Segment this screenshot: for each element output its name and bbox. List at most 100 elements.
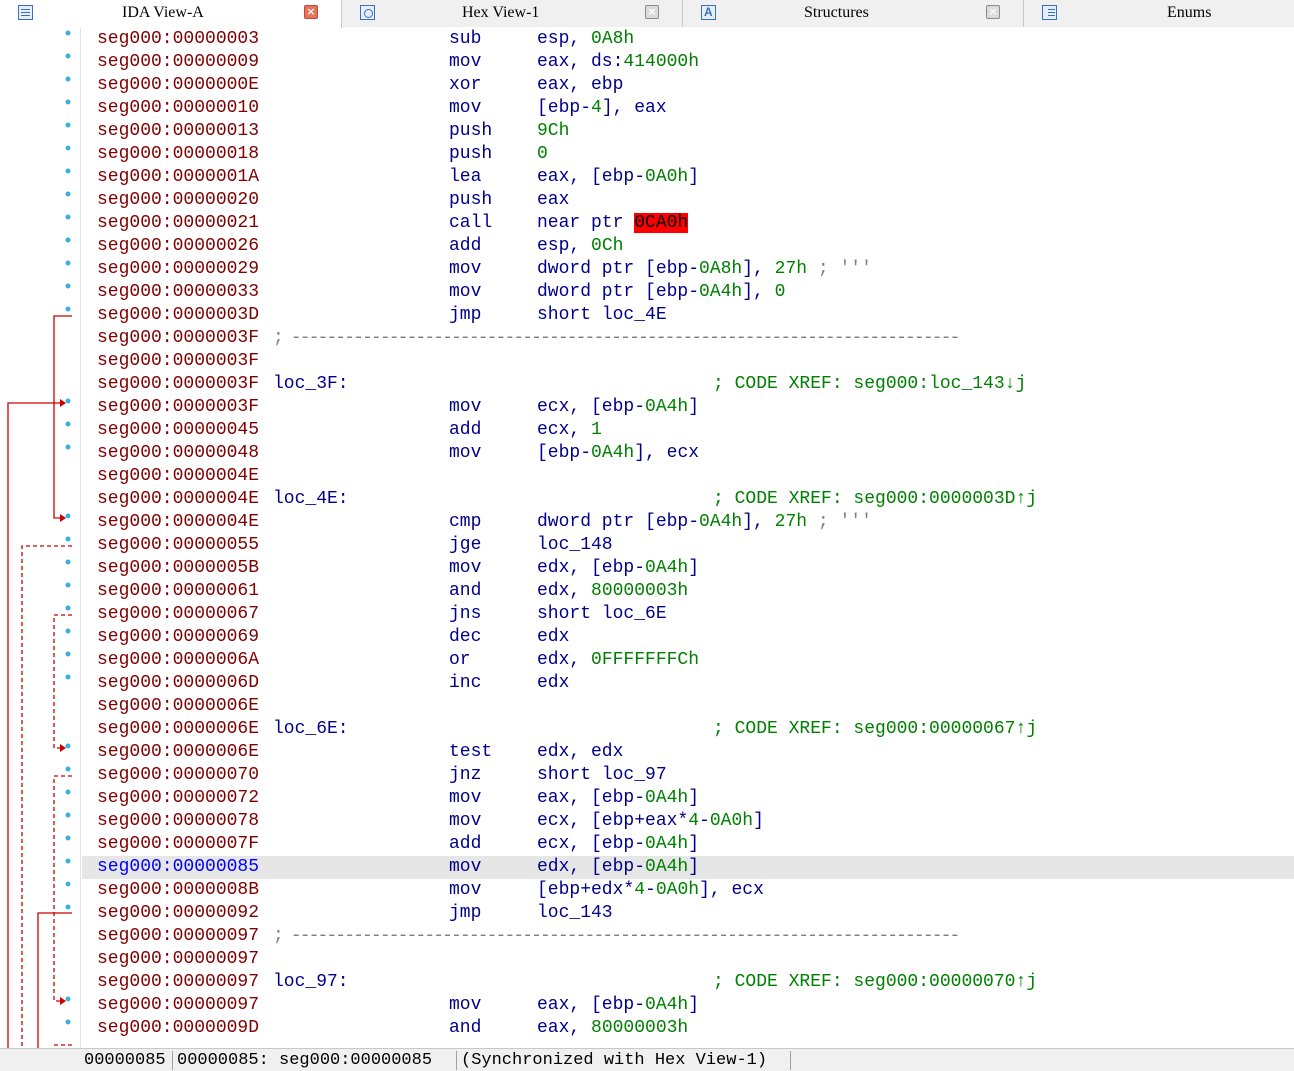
address[interactable]: seg000:00000045 [97, 419, 259, 442]
breakpoint-dot[interactable] [65, 76, 71, 82]
listing-row[interactable]: seg000:0000004E cmp dword ptr [ebp-0A4h], … [82, 511, 1294, 534]
operands[interactable]: ecx, [ebp-0A4h] [537, 396, 699, 419]
operand-number[interactable]: 0A4h [699, 512, 742, 532]
breakpoint-dot[interactable] [65, 513, 71, 519]
address[interactable]: seg000:00000018 [97, 143, 259, 166]
address[interactable]: seg000:0000003F [97, 396, 259, 419]
operand-number[interactable]: 0A8h [591, 29, 634, 49]
operand-text[interactable]: ], eax [602, 98, 667, 118]
address[interactable]: seg000:0000004E [97, 511, 259, 534]
mnemonic[interactable]: and [449, 1017, 481, 1040]
breakpoint-dot[interactable] [65, 260, 71, 266]
listing-row[interactable]: seg000:00000055 jge loc_148 [82, 534, 1294, 557]
breakpoint-dot[interactable] [65, 99, 71, 105]
breakpoint-dot[interactable] [65, 53, 71, 59]
address[interactable]: seg000:00000026 [97, 235, 259, 258]
address[interactable]: seg000:0000004E [97, 488, 259, 511]
operand-text[interactable]: ] [688, 995, 699, 1015]
listing-row[interactable]: seg000:00000061 and edx, 80000003h [82, 580, 1294, 603]
breakpoint-dot[interactable] [65, 1019, 71, 1025]
operands[interactable]: short loc_4E [537, 304, 667, 327]
operand-number[interactable]: 0A4h [645, 834, 688, 854]
operand-number[interactable]: 80000003h [591, 581, 688, 601]
address[interactable]: seg000:0000006A [97, 649, 259, 672]
close-icon[interactable]: × [986, 5, 1000, 19]
listing-row[interactable]: seg000:0000003F mov ecx, [ebp-0A4h] [82, 396, 1294, 419]
listing-row[interactable]: seg000:0000007F add ecx, [ebp-0A4h] [82, 833, 1294, 856]
operands[interactable]: eax, [ebp-0A4h] [537, 994, 699, 1017]
address[interactable]: seg000:0000006D [97, 672, 259, 695]
mnemonic[interactable]: inc [449, 672, 481, 695]
operands[interactable]: near ptr 0CA0h [537, 212, 689, 235]
address[interactable]: seg000:0000003F [97, 350, 259, 373]
listing-row[interactable]: seg000:0000006A or edx, 0FFFFFFFCh [82, 649, 1294, 672]
operand-text[interactable]: ] [688, 397, 699, 417]
operand-number[interactable]: 4 [591, 98, 602, 118]
operand-text[interactable]: eax, ds: [537, 52, 623, 72]
operand-text[interactable]: eax, [ebp- [537, 788, 645, 808]
address[interactable]: seg000:00000085 [97, 856, 259, 879]
listing-row[interactable]: seg000:00000026 add esp, 0Ch [82, 235, 1294, 258]
breakpoint-dot[interactable] [65, 605, 71, 611]
mnemonic[interactable]: mov [449, 258, 481, 281]
operands[interactable]: esp, 0A8h [537, 28, 634, 51]
listing-row[interactable]: seg000:0000003F [82, 350, 1294, 373]
disassembly-listing[interactable]: seg000:00000003 sub esp, 0A8h seg000:000000… [82, 28, 1294, 1048]
breakpoint-dot[interactable] [65, 904, 71, 910]
operand-text[interactable]: edx, [537, 650, 591, 670]
address[interactable]: seg000:00000097 [97, 925, 259, 948]
operand-text[interactable]: ] [688, 558, 699, 578]
xref-comment[interactable]: ; CODE XREF: seg000:00000067↑j [713, 718, 1037, 741]
operand-text[interactable]: ] [688, 834, 699, 854]
operand-number[interactable]: 0A4h [699, 282, 742, 302]
address[interactable]: seg000:00000033 [97, 281, 259, 304]
operand-text[interactable]: dword ptr [ebp- [537, 259, 699, 279]
operand-text[interactable]: short loc_97 [537, 765, 667, 785]
operands[interactable]: edx, [ebp-0A4h] [537, 557, 699, 580]
operand-text[interactable]: edx, [ebp- [537, 558, 645, 578]
listing-row[interactable]: seg000:0000000E xor eax, ebp [82, 74, 1294, 97]
address[interactable]: seg000:00000048 [97, 442, 259, 465]
operands[interactable]: ecx, [ebp-0A4h] [537, 833, 699, 856]
breakpoint-dot[interactable] [65, 881, 71, 887]
mnemonic[interactable]: add [449, 419, 481, 442]
address[interactable]: seg000:0000008B [97, 879, 259, 902]
address[interactable]: seg000:0000000E [97, 74, 259, 97]
mnemonic[interactable]: jmp [449, 902, 481, 925]
listing-row[interactable]: seg000:00000097 loc_97: ; CODE XREF: seg00… [82, 971, 1294, 994]
operands[interactable]: loc_143 [537, 902, 613, 925]
mnemonic[interactable]: add [449, 833, 481, 856]
operand-text[interactable]: ], [742, 512, 774, 532]
listing-row[interactable]: seg000:0000004E [82, 465, 1294, 488]
operand-text[interactable]: edx [537, 627, 569, 647]
mnemonic[interactable]: push [449, 120, 492, 143]
mnemonic[interactable]: sub [449, 28, 481, 51]
address[interactable]: seg000:0000007F [97, 833, 259, 856]
listing-row[interactable]: seg000:00000097 ; -----------------------… [82, 925, 1294, 948]
breakpoint-dot[interactable] [65, 996, 71, 1002]
operand-text[interactable]: eax, [537, 1018, 591, 1038]
mnemonic[interactable]: mov [449, 557, 481, 580]
mnemonic[interactable]: push [449, 189, 492, 212]
listing-row[interactable]: seg000:0000009D and eax, 80000003h [82, 1017, 1294, 1040]
breakpoint-dot[interactable] [65, 421, 71, 427]
operand-number[interactable]: 80000003h [591, 1018, 688, 1038]
mnemonic[interactable]: dec [449, 626, 481, 649]
operand-text[interactable]: eax [537, 190, 569, 210]
address[interactable]: seg000:0000006E [97, 741, 259, 764]
listing-row[interactable]: seg000:00000029 mov dword ptr [ebp-0A8h], … [82, 258, 1294, 281]
operands[interactable]: short loc_97 [537, 764, 667, 787]
flow-arrow-gutter[interactable] [0, 28, 80, 1048]
code-label[interactable]: loc_97: [273, 971, 349, 994]
mnemonic[interactable]: mov [449, 281, 481, 304]
address[interactable]: seg000:00000009 [97, 51, 259, 74]
listing-row[interactable]: seg000:0000006E loc_6E: ; CODE XREF: seg00… [82, 718, 1294, 741]
address[interactable]: seg000:00000055 [97, 534, 259, 557]
operand-text[interactable]: loc_143 [537, 903, 613, 923]
breakpoint-dot[interactable] [65, 743, 71, 749]
operands[interactable]: dword ptr [ebp-0A4h], 0 [537, 281, 785, 304]
operand-number[interactable]: 0A4h [645, 995, 688, 1015]
address[interactable]: seg000:0000003F [97, 373, 259, 396]
tab-hex-view-1[interactable]: Hex View-1 × [342, 0, 683, 27]
operand-number[interactable]: 0A4h [645, 788, 688, 808]
